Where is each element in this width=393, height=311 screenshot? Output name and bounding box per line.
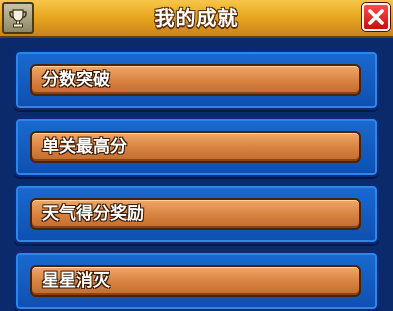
achievement-item-score-breakthrough[interactable]: 分数突破	[30, 64, 361, 96]
achievement-slot: 分数突破	[14, 50, 379, 110]
achievement-slot: 单关最高分	[14, 117, 379, 177]
achievement-label: 天气得分奖励	[42, 204, 144, 224]
achievement-item-weather-bonus[interactable]: 天气得分奖励	[30, 198, 361, 230]
page-title: 我的成就	[154, 6, 239, 30]
achievement-slot: 天气得分奖励	[14, 184, 379, 244]
achievement-label: 星星消灭	[42, 271, 110, 291]
header-bar: 我的成就	[0, 0, 393, 38]
close-icon	[368, 9, 384, 25]
achievement-list: 分数突破 单关最高分 天气得分奖励 星星消灭	[0, 38, 393, 311]
achievements-panel: 我的成就 分数突破 单关最高分 天气得分奖励 星星消灭	[0, 0, 393, 311]
achievement-label: 分数突破	[42, 70, 110, 90]
close-button[interactable]	[362, 3, 390, 31]
achievement-item-star-elimination[interactable]: 星星消灭	[30, 265, 361, 297]
achievement-label: 单关最高分	[42, 137, 127, 157]
achievement-slot: 星星消灭	[14, 251, 379, 311]
achievement-item-best-level-score[interactable]: 单关最高分	[30, 131, 361, 163]
